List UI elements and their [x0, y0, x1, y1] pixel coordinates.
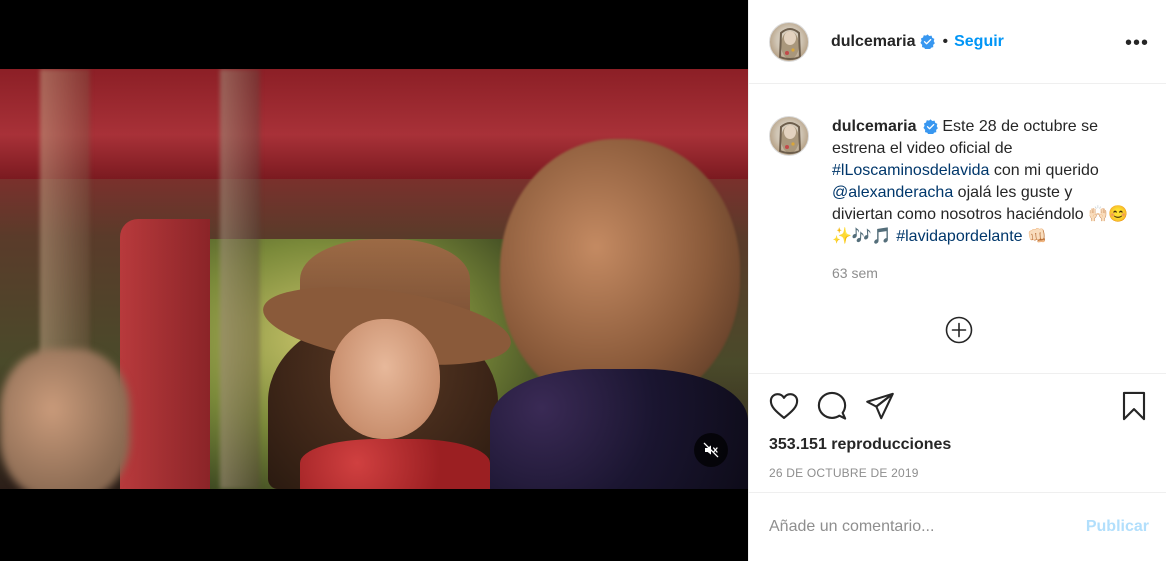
scene-woman-dress [300, 439, 490, 489]
avatar[interactable] [769, 116, 809, 156]
comment-input[interactable] [769, 518, 1086, 536]
scene-man-shirt [490, 369, 748, 489]
action-icons-row [769, 390, 1147, 422]
mention-link[interactable]: @alexanderacha [832, 184, 953, 201]
scene-blurred-pole [220, 69, 260, 489]
post-actions-section: 353.151 reproducciones 26 DE OCTUBRE DE … [749, 373, 1166, 480]
video-frame[interactable] [0, 69, 748, 489]
scene-truck-door [120, 219, 210, 489]
caption-text: dulcemaria Este 28 de octubre se estrena… [832, 116, 1132, 248]
post-caption: dulcemaria Este 28 de octubre se estrena… [769, 116, 1149, 284]
follow-button[interactable]: Seguir [954, 33, 1004, 51]
hashtag-link[interactable]: #lLoscaminosdelavida [832, 162, 989, 179]
add-comment-bar: Publicar [749, 492, 1166, 561]
verified-badge-icon [923, 119, 938, 136]
comment-icon[interactable] [817, 391, 847, 421]
verified-badge-icon [920, 34, 936, 49]
video-player[interactable] [0, 0, 748, 561]
avatar-illustration-icon [778, 122, 802, 154]
caption-time-ago[interactable]: 63 sem [832, 262, 1132, 284]
avatar[interactable] [769, 21, 809, 62]
post-header: dulcemaria • Seguir ••• [749, 0, 1166, 84]
scene-blurred-hand [0, 349, 130, 489]
caption-text-part: con mi querido [989, 162, 1099, 179]
scene-woman-face [330, 319, 440, 439]
separator-dot: • [942, 32, 949, 50]
load-more-comments-icon[interactable] [945, 316, 973, 344]
muted-audio-icon [703, 442, 719, 458]
bookmark-icon[interactable] [1121, 391, 1147, 421]
caption-emoji-end: 👊🏻 [1027, 228, 1047, 245]
heart-icon[interactable] [769, 392, 799, 420]
more-options-icon[interactable]: ••• [1125, 32, 1149, 55]
post-date[interactable]: 26 DE OCTUBRE DE 2019 [769, 466, 1147, 480]
caption-username[interactable]: dulcemaria [832, 118, 916, 135]
caption-body: dulcemaria Este 28 de octubre se estrena… [832, 116, 1132, 284]
publish-button[interactable]: Publicar [1086, 518, 1149, 536]
share-icon[interactable] [865, 392, 895, 420]
hashtag-link[interactable]: #lavidapordelante [896, 228, 1022, 245]
post-side-panel: dulcemaria • Seguir ••• dulcemaria Este … [748, 0, 1166, 561]
post-author-username[interactable]: dulcemaria [831, 33, 915, 51]
view-count[interactable]: 353.151 reproducciones [769, 436, 1147, 454]
avatar-illustration-icon [778, 27, 802, 60]
unmute-button[interactable] [694, 433, 728, 467]
